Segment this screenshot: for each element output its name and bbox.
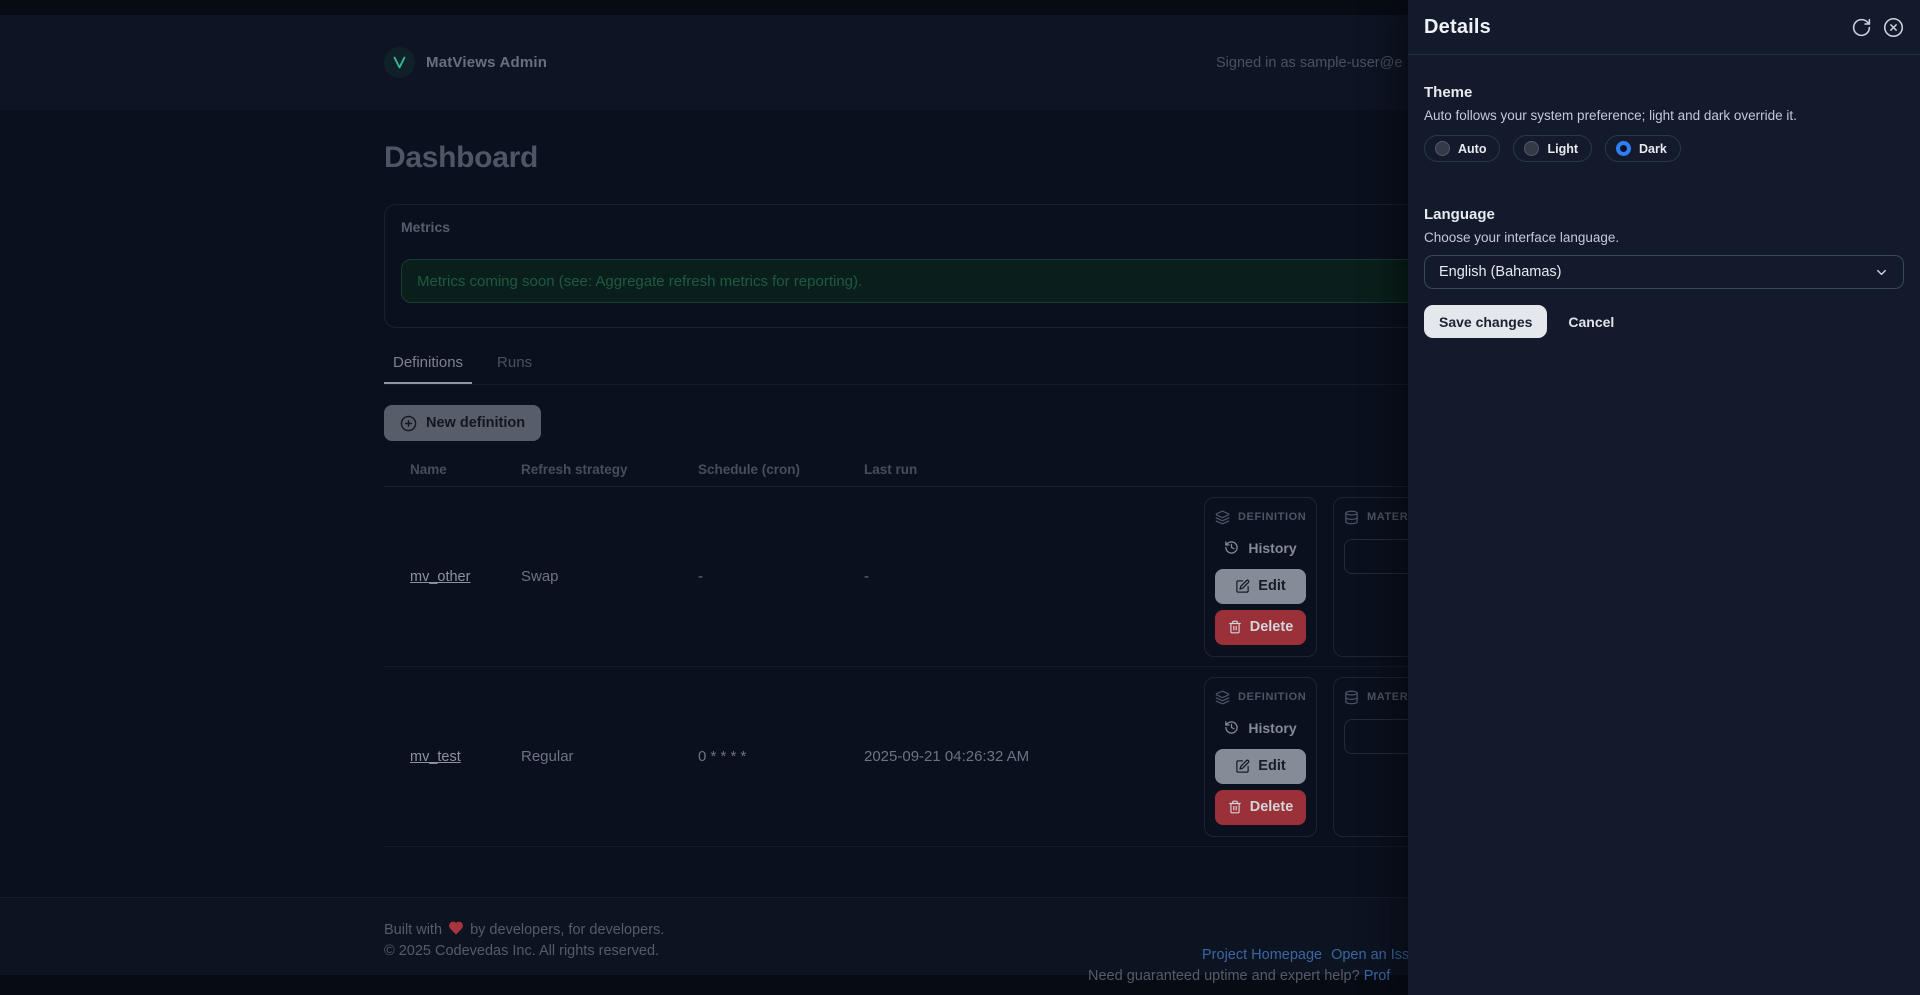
edit-label: Edit: [1258, 578, 1285, 594]
theme-heading: Theme: [1424, 84, 1904, 101]
metrics-alert-text: Metrics coming soon (see: Aggregate refr…: [417, 273, 862, 290]
footer-built-line: Built with by developers, for developers…: [384, 920, 1536, 941]
definition-group-label: DEFINITION: [1238, 691, 1306, 703]
delete-button[interactable]: Delete: [1215, 610, 1306, 645]
column-header-strategy: Refresh strategy: [495, 462, 672, 477]
language-selected-value: English (Bahamas): [1439, 264, 1562, 280]
materialization-group-label: MATER: [1367, 511, 1408, 523]
language-select[interactable]: English (Bahamas): [1424, 255, 1904, 289]
definition-link-mv-test[interactable]: mv_test: [410, 749, 461, 765]
delete-button[interactable]: Delete: [1215, 790, 1306, 825]
radio-icon: [1524, 141, 1539, 156]
theme-option-label: Dark: [1639, 142, 1667, 156]
radio-icon: [1435, 141, 1450, 156]
delete-label: Delete: [1250, 799, 1294, 815]
plus-circle-icon: [400, 415, 417, 432]
cell-schedule: 0 * * * *: [672, 748, 838, 765]
language-heading: Language: [1424, 206, 1904, 223]
table-header-row: Name Refresh strategy Schedule (cron) La…: [384, 453, 1536, 487]
definition-link-mv-other[interactable]: mv_other: [410, 569, 470, 585]
heart-icon: [448, 920, 464, 936]
theme-option-auto[interactable]: Auto: [1424, 135, 1500, 162]
details-panel-title: Details: [1424, 16, 1491, 39]
layers-icon: [1215, 510, 1230, 525]
delete-label: Delete: [1250, 619, 1294, 635]
layers-icon: [1215, 690, 1230, 705]
cell-schedule: -: [672, 568, 838, 585]
trash-icon: [1228, 620, 1242, 634]
metrics-coming-soon-alert: Metrics coming soon (see: Aggregate refr…: [401, 259, 1519, 303]
definition-group-label: DEFINITION: [1238, 511, 1306, 523]
radio-selected-icon: [1616, 141, 1631, 156]
metrics-card: Metrics Metrics coming soon (see: Aggreg…: [384, 204, 1536, 328]
database-icon: [1344, 510, 1359, 525]
chevron-down-icon: [1874, 265, 1889, 280]
matviews-logo-icon: [384, 47, 415, 78]
theme-description: Auto follows your system preference; lig…: [1424, 108, 1904, 123]
edit-button[interactable]: Edit: [1215, 749, 1306, 784]
signed-in-text: Signed in as sample-user@e: [1216, 55, 1402, 71]
edit-pencil-icon: [1235, 579, 1250, 594]
definition-actions-box: DEFINITION History: [1204, 677, 1317, 837]
refresh-icon[interactable]: [1851, 17, 1872, 38]
edit-label: Edit: [1258, 758, 1285, 774]
brand: MatViews Admin: [384, 47, 547, 78]
database-icon: [1344, 690, 1359, 705]
tab-bar: Definitions Runs: [384, 354, 1536, 385]
theme-option-light[interactable]: Light: [1513, 135, 1592, 162]
details-panel: Details Theme Auto follows your system p…: [1408, 0, 1920, 995]
definition-actions-box: DEFINITION History: [1204, 497, 1317, 657]
trash-icon: [1228, 800, 1242, 814]
new-definition-button[interactable]: New definition: [384, 405, 541, 441]
history-link[interactable]: History: [1215, 720, 1306, 736]
tab-definitions[interactable]: Definitions: [384, 354, 472, 384]
cell-last-run: -: [838, 568, 1178, 585]
theme-options: Auto Light Dark: [1424, 135, 1904, 162]
table-row: mv_other Swap - - DEFI: [384, 487, 1536, 667]
theme-option-dark[interactable]: Dark: [1605, 135, 1681, 162]
project-homepage-link[interactable]: Project Homepage: [1202, 947, 1322, 963]
details-panel-header: Details: [1408, 0, 1920, 55]
language-description: Choose your interface language.: [1424, 230, 1904, 245]
definitions-table: Name Refresh strategy Schedule (cron) La…: [384, 453, 1536, 847]
edit-button[interactable]: Edit: [1215, 569, 1306, 604]
app-canvas: MatViews Admin Signed in as sample-user@…: [0, 0, 1920, 995]
history-icon: [1224, 720, 1239, 735]
professional-support-link[interactable]: Prof: [1364, 968, 1391, 984]
column-header-name: Name: [384, 462, 495, 477]
open-issue-link[interactable]: Open an Iss: [1331, 947, 1409, 963]
history-label: History: [1248, 720, 1296, 736]
column-header-last-run: Last run: [838, 462, 1178, 477]
new-definition-label: New definition: [426, 415, 525, 431]
tab-runs[interactable]: Runs: [488, 354, 541, 384]
edit-pencil-icon: [1235, 759, 1250, 774]
table-row: mv_test Regular 0 * * * * 2025-09-21 04:…: [384, 667, 1536, 847]
close-icon[interactable]: [1883, 17, 1904, 38]
footer-support-line: Need guaranteed uptime and expert help? …: [1088, 968, 1390, 984]
theme-option-label: Light: [1547, 142, 1578, 156]
metrics-card-title: Metrics: [401, 219, 1519, 235]
materialization-group-label: MATER: [1367, 691, 1408, 703]
brand-name: MatViews Admin: [426, 54, 547, 71]
footer-links: Project Homepage Open an Iss: [1202, 947, 1409, 963]
cell-strategy: Regular: [495, 748, 672, 765]
cell-strategy: Swap: [495, 568, 672, 585]
cell-last-run: 2025-09-21 04:26:32 AM: [838, 748, 1178, 765]
theme-option-label: Auto: [1458, 142, 1486, 156]
cancel-button[interactable]: Cancel: [1568, 314, 1614, 330]
history-label: History: [1248, 540, 1296, 556]
page-title: Dashboard: [384, 140, 1536, 176]
column-header-schedule: Schedule (cron): [672, 462, 838, 477]
history-icon: [1224, 540, 1239, 555]
save-changes-button[interactable]: Save changes: [1424, 305, 1547, 338]
history-link[interactable]: History: [1215, 540, 1306, 556]
